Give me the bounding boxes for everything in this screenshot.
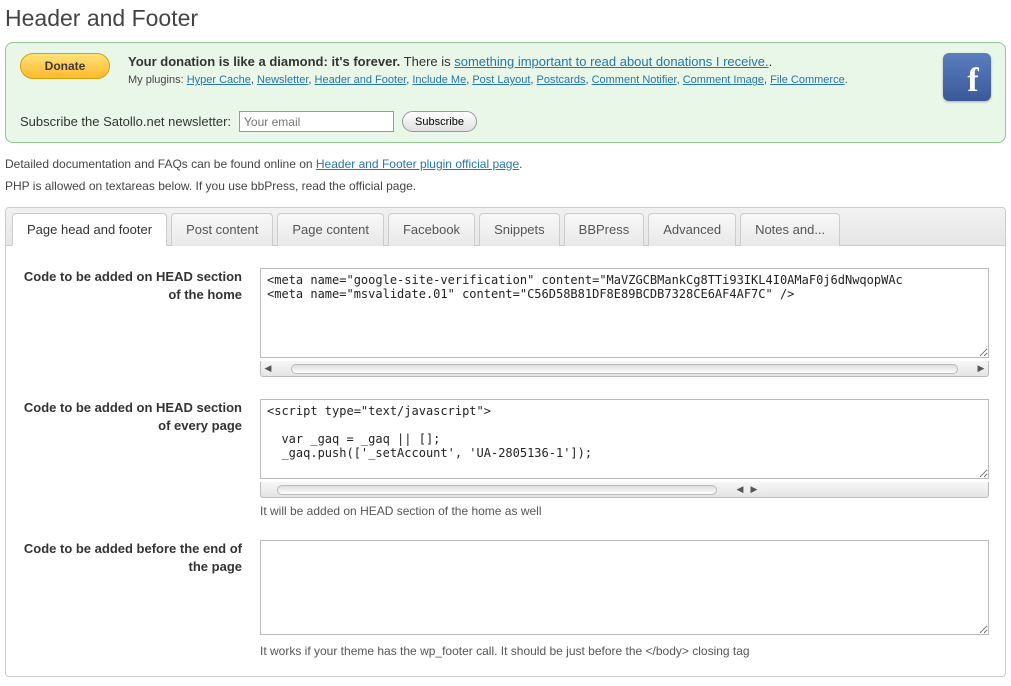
page-title: Header and Footer	[5, 5, 1006, 32]
head-every-textarea[interactable]	[260, 399, 989, 479]
plugin-link[interactable]: Comment Image	[683, 74, 764, 86]
tab-bbpress[interactable]: BBPress	[564, 213, 645, 246]
head-every-label: Code to be added on HEAD section of ever…	[22, 399, 260, 518]
tab-facebook[interactable]: Facebook	[388, 213, 475, 246]
plugin-link[interactable]: Hyper Cache	[187, 74, 251, 86]
plugin-link[interactable]: Post Layout	[472, 74, 530, 86]
plugin-link[interactable]: Comment Notifier	[592, 74, 677, 86]
tab-notes-and[interactable]: Notes and...	[740, 213, 840, 246]
scrollbar[interactable]: ◀▶	[260, 361, 989, 377]
plugin-link[interactable]: File Commerce	[770, 74, 845, 86]
head-every-help: It will be added on HEAD section of the …	[260, 504, 989, 518]
donation-info-link[interactable]: something important to read about donati…	[454, 54, 768, 69]
donate-button[interactable]: Donate	[20, 53, 110, 79]
tab-advanced[interactable]: Advanced	[648, 213, 736, 246]
before-end-label: Code to be added before the end of the p…	[22, 540, 260, 658]
tab-page-head-and-footer[interactable]: Page head and footer	[12, 213, 167, 246]
donation-lead-text: There is	[400, 54, 454, 69]
tab-post-content[interactable]: Post content	[171, 213, 273, 246]
plugins-list: My plugins: Hyper Cache, Newsletter, Hea…	[128, 73, 931, 88]
head-home-textarea[interactable]	[260, 268, 989, 358]
donation-lead-bold: Your donation is like a diamond: it's fo…	[128, 54, 400, 69]
scrollbar[interactable]: ◀▶	[260, 482, 989, 498]
subscribe-label: Subscribe the Satollo.net newsletter:	[20, 114, 231, 129]
before-end-help: It works if your theme has the wp_footer…	[260, 644, 989, 658]
plugin-link[interactable]: Postcards	[537, 74, 586, 86]
donation-banner: Donate Your donation is like a diamond: …	[5, 42, 1006, 143]
before-end-textarea[interactable]	[260, 540, 989, 635]
facebook-icon[interactable]: f	[943, 53, 991, 101]
plugin-link[interactable]: Include Me	[412, 74, 466, 86]
settings-tabs: Page head and footerPost contentPage con…	[5, 207, 1006, 677]
tab-page-content[interactable]: Page content	[277, 213, 384, 246]
subscribe-email-input[interactable]	[239, 111, 394, 132]
intro-text-1: Detailed documentation and FAQs can be f…	[5, 157, 316, 171]
subscribe-button[interactable]: Subscribe	[402, 111, 477, 132]
plugin-link[interactable]: Newsletter	[257, 74, 308, 86]
official-page-link[interactable]: Header and Footer plugin official page	[316, 157, 519, 171]
head-home-label: Code to be added on HEAD section of the …	[22, 268, 260, 377]
tab-snippets[interactable]: Snippets	[479, 213, 560, 246]
intro-text-2: PHP is allowed on textareas below. If yo…	[5, 179, 1006, 193]
plugin-link[interactable]: Header and Footer	[315, 74, 407, 86]
